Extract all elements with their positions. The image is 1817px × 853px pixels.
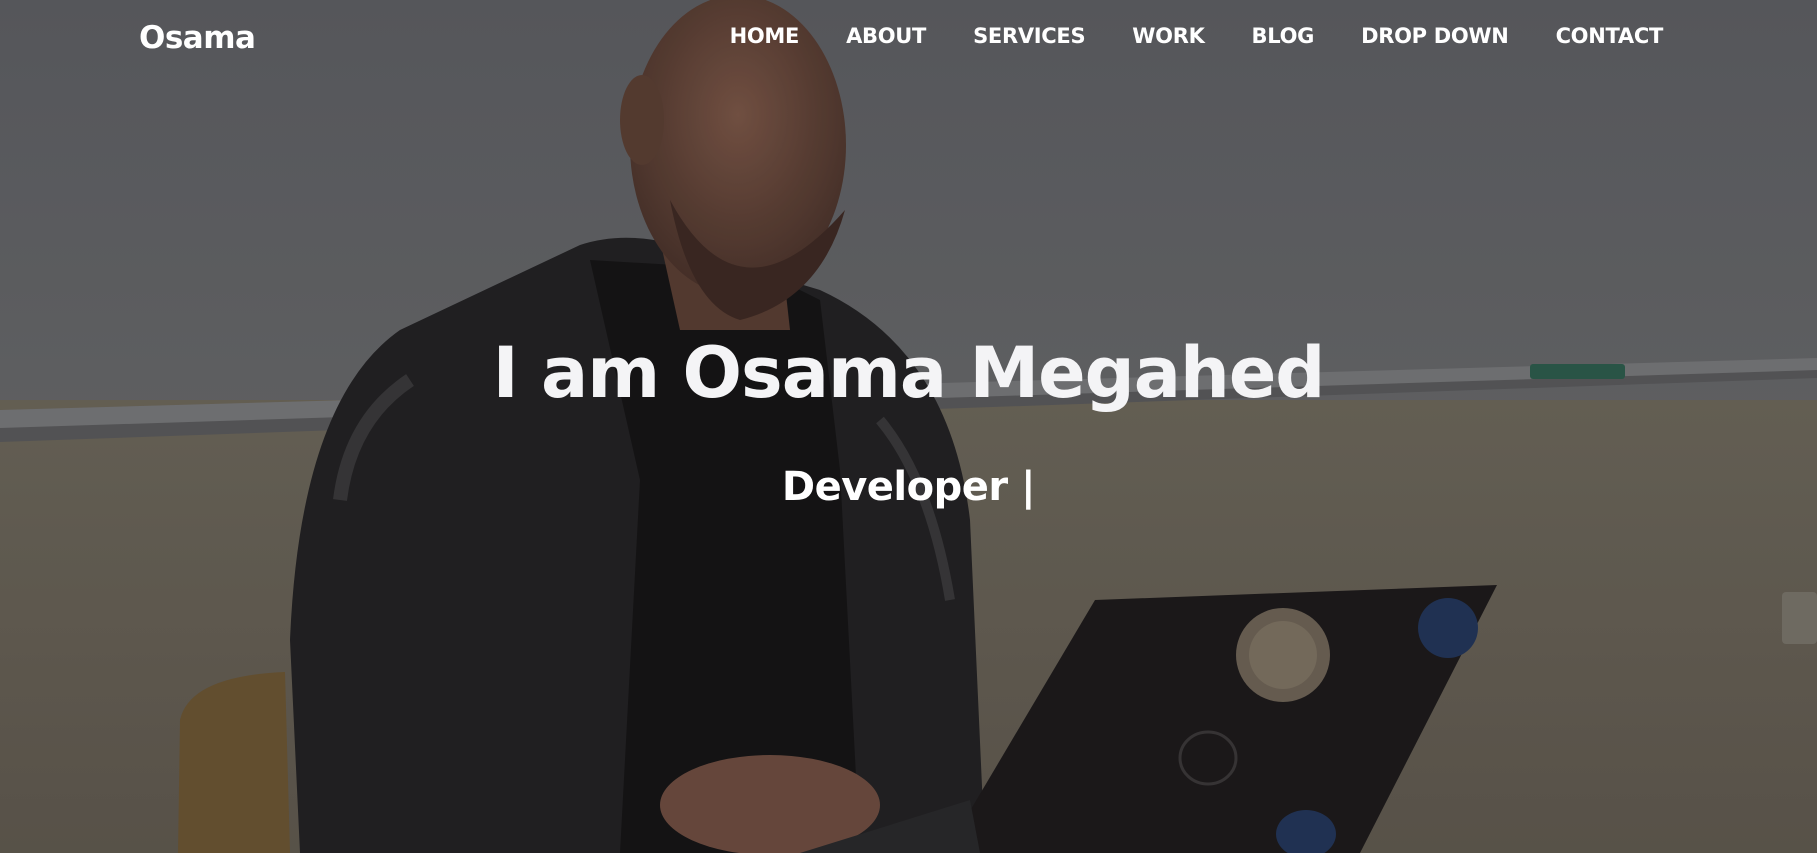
- nav-item-contact: CONTACT: [1556, 24, 1664, 48]
- nav-item-services: SERVICES: [973, 24, 1085, 48]
- nav-item-blog: BLOG: [1252, 24, 1315, 48]
- nav-link-dropdown[interactable]: DROP DOWN: [1361, 24, 1509, 48]
- nav-link-services[interactable]: SERVICES: [973, 24, 1085, 48]
- nav-link-contact[interactable]: CONTACT: [1556, 24, 1664, 48]
- nav-link-work[interactable]: WORK: [1132, 24, 1205, 48]
- nav-link-blog[interactable]: BLOG: [1252, 24, 1315, 48]
- nav-menu: HOME ABOUT SERVICES WORK BLOG DROP DOWN …: [683, 24, 1664, 48]
- nav-item-work: WORK: [1132, 24, 1205, 48]
- hero-dark-overlay: [0, 0, 1817, 853]
- hero-subtitle-typed: Developer |: [781, 464, 1036, 510]
- nav-item-about: ABOUT: [846, 24, 926, 48]
- nav-item-home: HOME: [730, 24, 800, 48]
- nav-link-home[interactable]: HOME: [730, 24, 800, 48]
- brand-logo[interactable]: Osama: [139, 20, 256, 56]
- top-navbar: Osama HOME ABOUT SERVICES WORK BLOG DROP…: [0, 0, 1817, 80]
- hero-title: I am Osama Megahed: [492, 332, 1326, 414]
- nav-item-dropdown: DROP DOWN: [1361, 24, 1509, 48]
- nav-link-about[interactable]: ABOUT: [846, 24, 926, 48]
- hero-section: I am Osama Megahed Developer |: [0, 0, 1817, 853]
